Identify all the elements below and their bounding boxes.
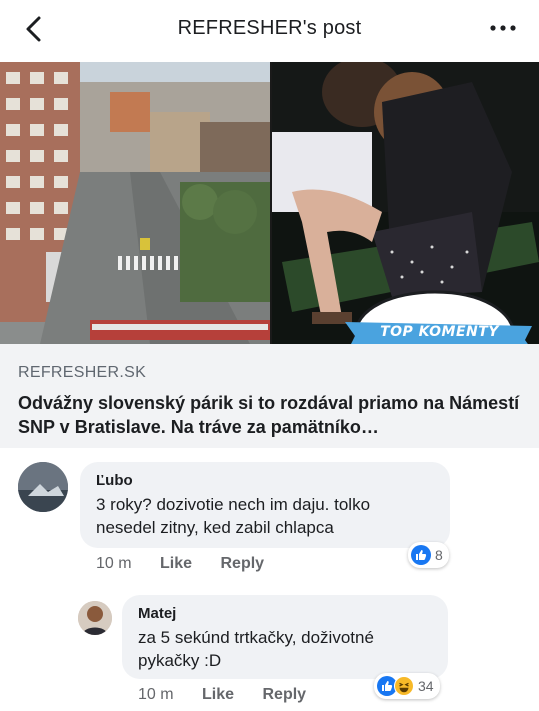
preview-title: Odvážny slovenský párik si to rozdával p… <box>18 393 520 437</box>
link-preview[interactable]: TOP KOMENTY REFRESHER.SK Odvážny slovens… <box>0 58 539 448</box>
like-reaction-icon <box>411 545 431 565</box>
more-icon <box>490 25 516 31</box>
comment: Ľubo 3 roky? dozivotie nech im daju. tol… <box>0 460 539 580</box>
comment-time: 10 m <box>138 686 174 703</box>
comment-bubble[interactable]: Matej za 5 sekúnd trtkačky, doživotné py… <box>122 595 448 679</box>
preview-domain: REFRESHER.SK <box>18 364 147 381</box>
city-square-photo <box>0 62 270 344</box>
comment-bubble[interactable]: Ľubo 3 roky? dozivotie nech im daju. tol… <box>80 462 450 548</box>
reactions-summary[interactable]: 8 <box>408 542 449 568</box>
preview-image[interactable]: TOP KOMENTY <box>0 62 539 344</box>
post-header: REFRESHER's post <box>0 0 539 58</box>
like-button[interactable]: Like <box>202 686 234 703</box>
comment-text: za 5 sekúnd trtkačky, doživotné pykačky … <box>138 628 374 670</box>
reply-button[interactable]: Reply <box>263 686 307 703</box>
avatar-photo <box>78 601 112 635</box>
avatar-photo <box>18 462 68 512</box>
avatar[interactable] <box>18 462 68 512</box>
reactions-summary[interactable]: 34 <box>374 673 440 699</box>
comment-actions: 10 m Like Reply <box>96 555 288 573</box>
reaction-count: 34 <box>418 678 434 694</box>
comment-actions: 10 m Like Reply <box>138 686 330 704</box>
page-title: REFRESHER's post <box>177 17 362 39</box>
more-options-button[interactable] <box>489 18 517 38</box>
badge-label: TOP KOMENTY <box>380 324 499 340</box>
reply-button[interactable]: Reply <box>221 555 265 572</box>
like-button[interactable]: Like <box>160 555 192 572</box>
haha-reaction-icon <box>394 676 414 696</box>
comment-text: 3 roky? dozivotie nech im daju. tolko ne… <box>96 495 371 537</box>
comment-author[interactable]: Matej <box>138 605 432 622</box>
preview-meta[interactable]: REFRESHER.SK Odvážny slovenský párik si … <box>0 344 539 448</box>
comment-time: 10 m <box>96 555 132 572</box>
comment-author[interactable]: Ľubo <box>96 472 434 489</box>
reply-comment: Matej za 5 sekúnd trtkačky, doživotné py… <box>0 593 539 711</box>
avatar[interactable] <box>78 601 112 635</box>
reaction-count: 8 <box>435 547 443 563</box>
